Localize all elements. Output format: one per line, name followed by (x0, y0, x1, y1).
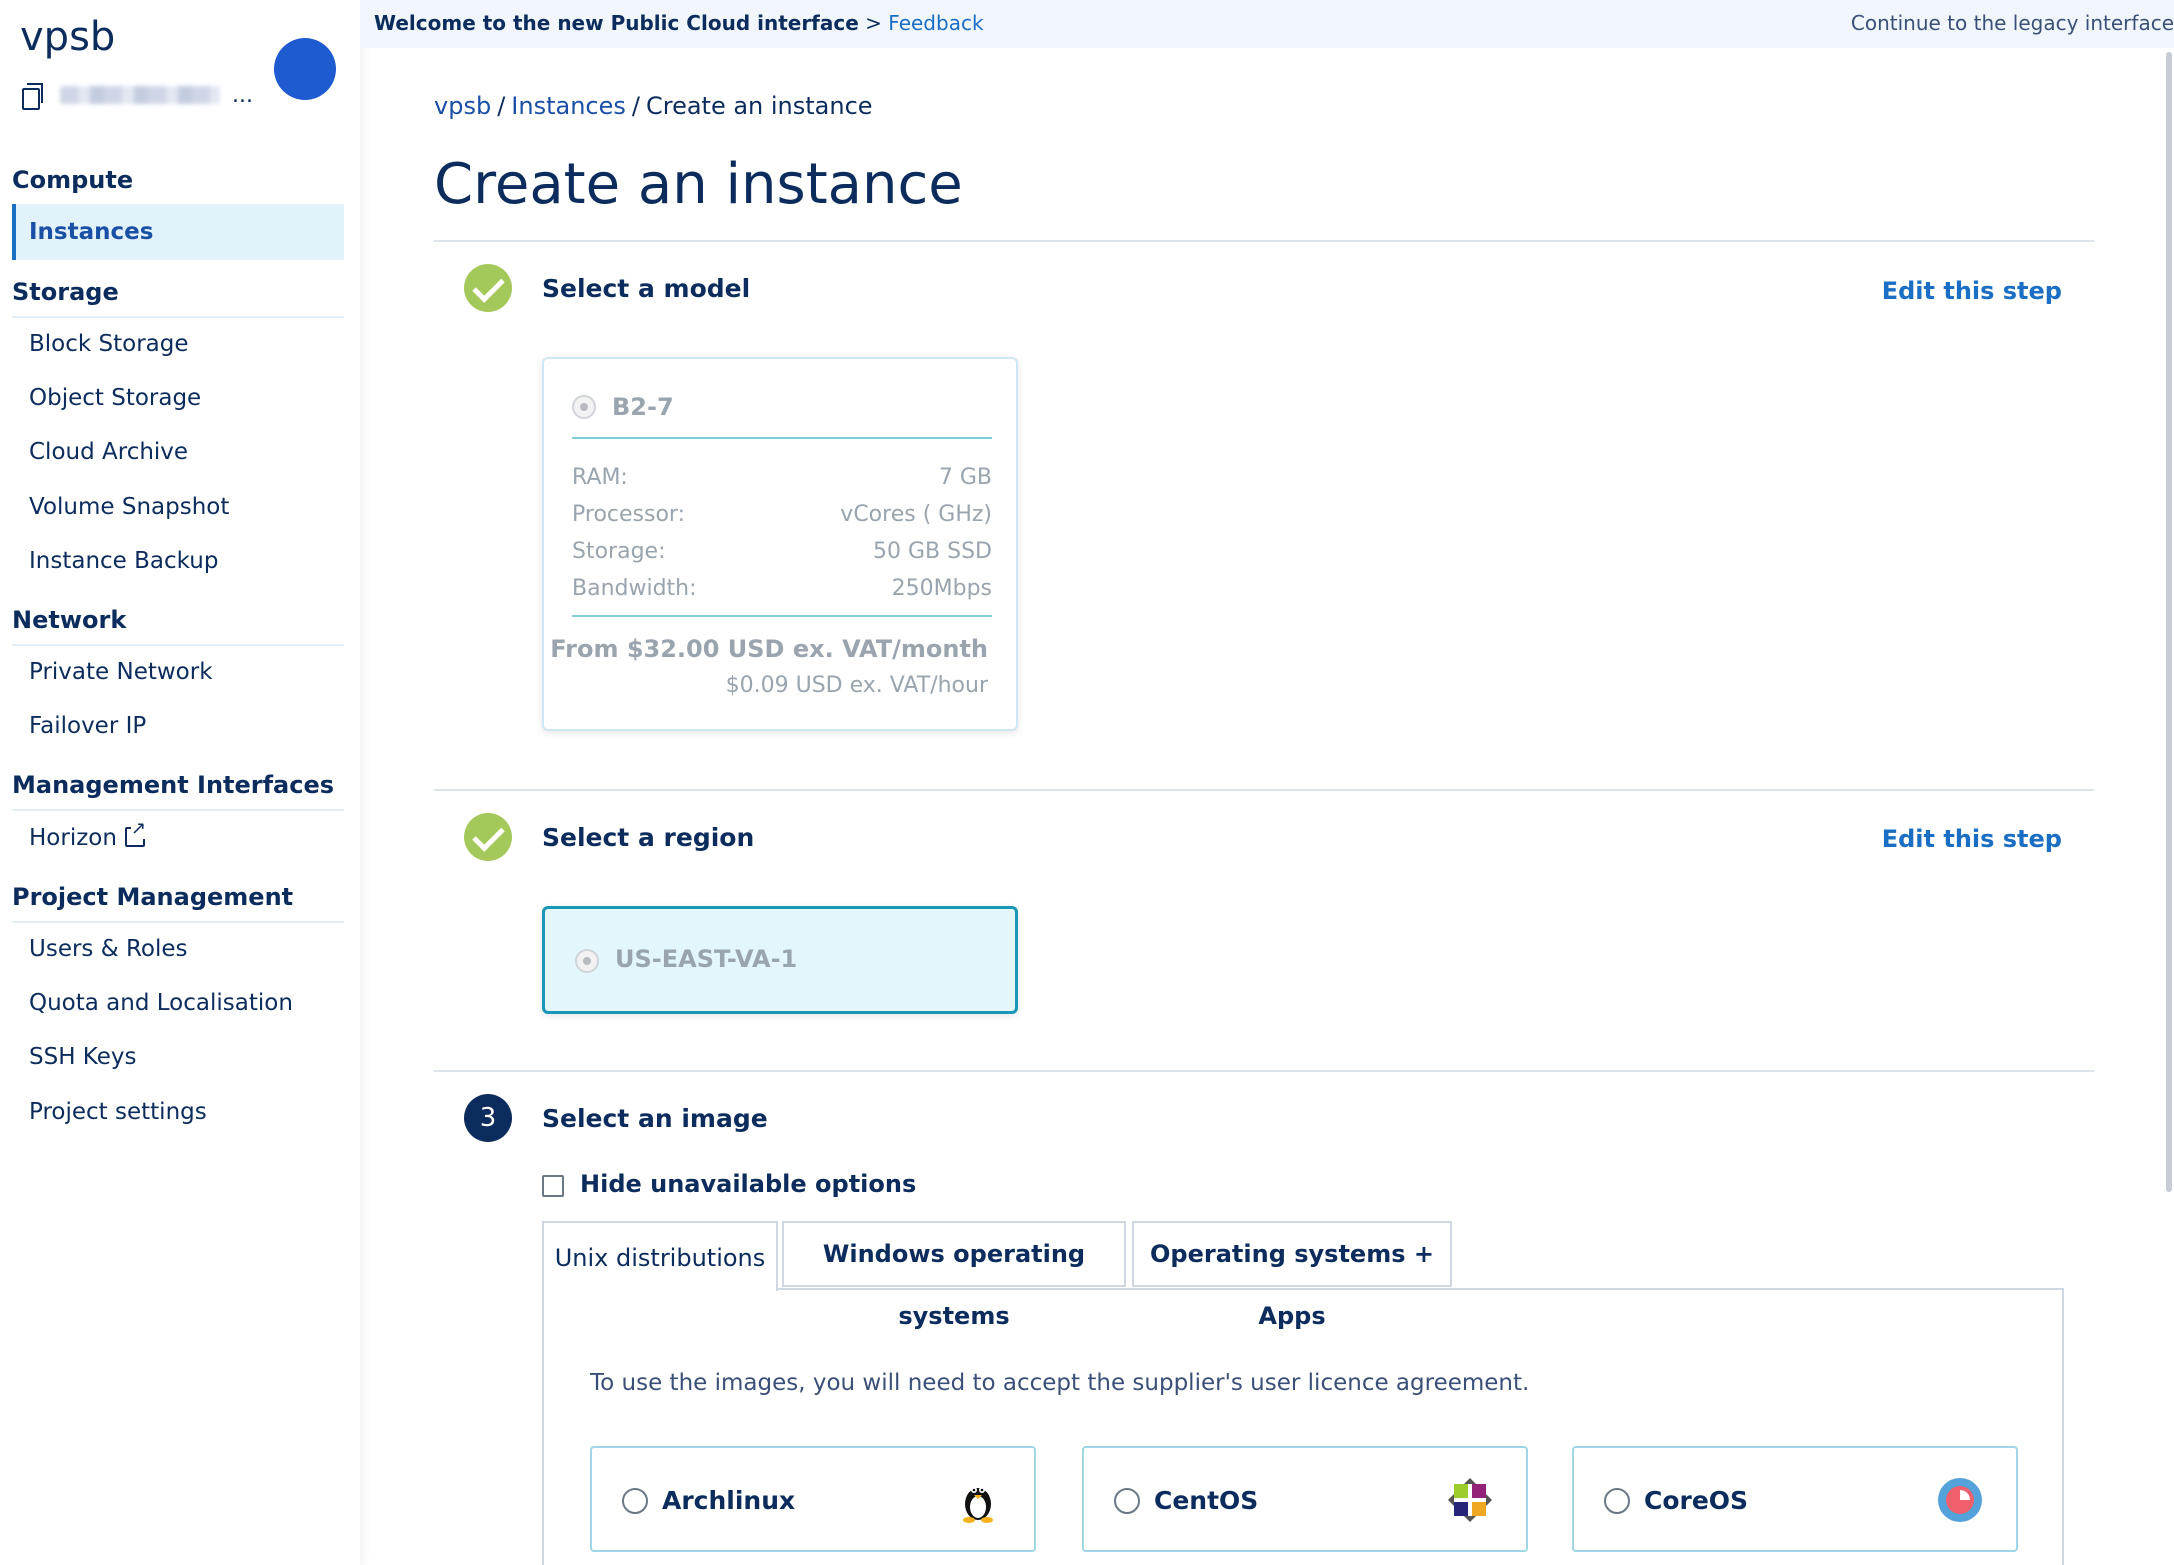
nav-section-storage: Storage (12, 278, 344, 318)
spec-value: vCores ( GHz) (840, 502, 992, 527)
os-name: CentOS (1154, 1486, 1259, 1515)
user-avatar[interactable] (274, 38, 336, 100)
breadcrumb-instances-link[interactable]: Instances (511, 92, 626, 120)
sidebar-item-project-settings[interactable]: Project settings (12, 1084, 344, 1140)
hide-unavailable-label[interactable]: Hide unavailable options (580, 1170, 916, 1198)
edit-model-step-link[interactable]: Edit this step (1882, 277, 2062, 305)
price-per-hour: $0.09 USD ex. VAT/hour (725, 673, 988, 698)
breadcrumb-separator: / (631, 92, 640, 120)
step-title-model: Select a model (542, 274, 751, 303)
breadcrumb-project-link[interactable]: vpsb (434, 92, 491, 120)
step-complete-check-icon (464, 813, 512, 861)
sidebar-item-volume-snapshot[interactable]: Volume Snapshot (12, 479, 344, 535)
divider (434, 240, 2094, 242)
region-name: US-EAST-VA-1 (615, 945, 798, 973)
model-card[interactable]: B2-7 RAM: 7 GB Processor: vCores ( GHz) … (542, 357, 1018, 731)
page-scrollbar[interactable] (2166, 52, 2172, 1192)
card-divider (572, 437, 992, 439)
sidebar-item-failover-ip[interactable]: Failover IP (12, 698, 344, 754)
os-radio[interactable] (622, 1488, 648, 1514)
card-divider (572, 615, 992, 617)
spec-label: Storage: (572, 539, 666, 564)
sidebar-item-instance-backup[interactable]: Instance Backup (12, 533, 344, 589)
nav-section-network: Network (12, 606, 344, 646)
sidebar-item-object-storage[interactable]: Object Storage (12, 370, 344, 426)
step-title-image: Select an image (542, 1104, 768, 1133)
spec-value: 7 GB (938, 465, 992, 490)
breadcrumb: vpsb / Instances / Create an instance (434, 92, 873, 120)
coreos-logo-icon (1938, 1478, 1982, 1522)
spec-value: 50 GB SSD (873, 539, 992, 564)
os-card-centos[interactable]: CentOS (1082, 1446, 1528, 1552)
region-card[interactable]: US-EAST-VA-1 (542, 906, 1018, 1014)
os-radio[interactable] (1114, 1488, 1140, 1514)
os-card-coreos[interactable]: CoreOS (1572, 1446, 2018, 1552)
spec-value: 250Mbps (891, 576, 992, 601)
tab-operating-systems-apps[interactable]: Operating systems + Apps (1132, 1221, 1452, 1330)
nav-section-management-interfaces: Management Interfaces (12, 771, 344, 811)
sidebar-item-block-storage[interactable]: Block Storage (12, 316, 344, 372)
os-name: CoreOS (1644, 1486, 1749, 1515)
project-id-redacted (60, 86, 220, 104)
spec-row-bandwidth: Bandwidth: 250Mbps (572, 576, 992, 601)
sidebar-item-instances[interactable]: Instances (12, 204, 344, 260)
tab-unix-distributions[interactable]: Unix distributions (542, 1221, 778, 1291)
model-name: B2-7 (612, 393, 674, 421)
os-name: Archlinux (662, 1486, 796, 1515)
nav-section-project-management: Project Management (12, 883, 344, 923)
step-title-region: Select a region (542, 823, 755, 852)
os-radio[interactable] (1604, 1488, 1630, 1514)
tab-windows-operating-systems[interactable]: Windows operating systems (782, 1221, 1126, 1330)
price-per-month: From $32.00 USD ex. VAT/month (550, 635, 988, 663)
project-name: vpsb (20, 14, 116, 60)
external-link-icon (124, 819, 147, 847)
divider (434, 789, 2094, 791)
copy-icon[interactable] (20, 82, 43, 110)
step-number-badge: 3 (464, 1094, 512, 1142)
spec-label: RAM: (572, 465, 628, 490)
sidebar-item-horizon-label: Horizon (29, 825, 117, 851)
page-title: Create an instance (434, 152, 963, 217)
welcome-banner: Welcome to the new Public Cloud interfac… (360, 0, 2174, 48)
sidebar-item-cloud-archive[interactable]: Cloud Archive (12, 424, 344, 480)
hide-unavailable-checkbox[interactable] (542, 1175, 564, 1197)
region-radio (575, 949, 599, 973)
licence-note: To use the images, you will need to acce… (590, 1370, 1530, 1396)
spec-row-ram: RAM: 7 GB (572, 465, 992, 490)
project-id: ... (20, 82, 253, 110)
centos-logo-icon (1448, 1478, 1492, 1522)
spec-row-storage: Storage: 50 GB SSD (572, 539, 992, 564)
spec-label: Processor: (572, 502, 685, 527)
model-radio (572, 395, 596, 419)
sidebar-item-quota-localisation[interactable]: Quota and Localisation (12, 975, 344, 1031)
sidebar-item-users-roles[interactable]: Users & Roles (12, 921, 344, 977)
tux-penguin-icon (963, 1487, 993, 1523)
step-complete-check-icon (464, 264, 512, 312)
sidebar-item-horizon[interactable]: Horizon (12, 810, 344, 866)
nav-section-compute: Compute (12, 166, 344, 206)
divider (434, 1070, 2094, 1072)
os-card-archlinux[interactable]: Archlinux (590, 1446, 1036, 1552)
spec-row-processor: Processor: vCores ( GHz) (572, 502, 992, 527)
project-id-ellipsis: ... (232, 82, 253, 108)
sidebar-item-private-network[interactable]: Private Network (12, 644, 344, 700)
banner-separator: > (865, 11, 882, 35)
legacy-interface-link[interactable]: Continue to the legacy interface (1851, 0, 2174, 46)
spec-label: Bandwidth: (572, 576, 697, 601)
sidebar: vpsb ... Compute Instances Storage Block… (0, 0, 360, 1565)
sidebar-item-ssh-keys[interactable]: SSH Keys (12, 1029, 344, 1085)
banner-welcome-text: Welcome to the new Public Cloud interfac… (374, 11, 859, 35)
breadcrumb-current: Create an instance (645, 92, 873, 120)
feedback-link[interactable]: Feedback (888, 11, 983, 35)
edit-region-step-link[interactable]: Edit this step (1882, 825, 2062, 853)
breadcrumb-separator: / (497, 92, 506, 120)
